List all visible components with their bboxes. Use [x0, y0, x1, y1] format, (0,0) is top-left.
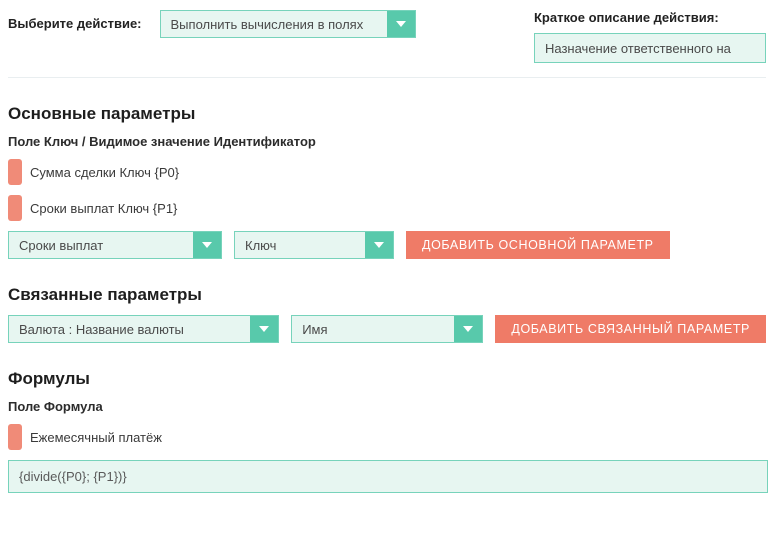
chevron-down-icon: [387, 11, 415, 37]
chevron-down-icon: [454, 316, 482, 342]
description-block: Краткое описание действия: Назначение от…: [534, 10, 766, 63]
linked-name-select-value: Имя: [302, 322, 327, 337]
main-params-controls: Сроки выплат Ключ ДОБАВИТЬ ОСНОВНОЙ ПАРА…: [8, 231, 766, 259]
main-params-heading: Основные параметры: [8, 104, 766, 124]
action-select[interactable]: Выполнить вычисления в полях: [160, 10, 416, 38]
linked-field-select[interactable]: Валюта : Название валюты: [8, 315, 279, 343]
action-label: Выберите действие:: [8, 10, 142, 31]
chevron-down-icon: [250, 316, 278, 342]
main-param-text: Сроки выплат Ключ {P1}: [30, 201, 177, 216]
action-select-value: Выполнить вычисления в полях: [171, 17, 364, 32]
linked-field-select-value: Валюта : Название валюты: [19, 322, 184, 337]
linked-params-controls: Валюта : Название валюты Имя ДОБАВИТЬ СВ…: [8, 315, 766, 343]
formula-row: Ежемесячный платёж: [8, 424, 766, 450]
linked-params-heading: Связанные параметры: [8, 285, 766, 305]
main-key-select-value: Ключ: [245, 238, 276, 253]
formula-name: Ежемесячный платёж: [30, 430, 162, 445]
add-main-param-button[interactable]: ДОБАВИТЬ ОСНОВНОЙ ПАРАМЕТР: [406, 231, 670, 259]
main-param-row: Сумма сделки Ключ {P0}: [8, 159, 766, 185]
delete-handle[interactable]: [8, 195, 22, 221]
description-input[interactable]: Назначение ответственного на: [534, 33, 766, 63]
delete-handle[interactable]: [8, 159, 22, 185]
delete-handle[interactable]: [8, 424, 22, 450]
description-value: Назначение ответственного на: [545, 41, 731, 56]
linked-name-select[interactable]: Имя: [291, 315, 483, 343]
main-param-row: Сроки выплат Ключ {P1}: [8, 195, 766, 221]
add-linked-param-button[interactable]: ДОБАВИТЬ СВЯЗАННЫЙ ПАРАМЕТР: [495, 315, 766, 343]
chevron-down-icon: [193, 232, 221, 258]
formulas-heading: Формулы: [8, 369, 766, 389]
main-param-text: Сумма сделки Ключ {P0}: [30, 165, 179, 180]
top-row: Выберите действие: Выполнить вычисления …: [8, 10, 766, 78]
description-label: Краткое описание действия:: [534, 10, 766, 25]
main-params-subhead: Поле Ключ / Видимое значение Идентификат…: [8, 134, 766, 149]
formula-expression-text: {divide({P0}; {P1})}: [19, 469, 127, 484]
formulas-subhead: Поле Формула: [8, 399, 766, 414]
main-field-select-value: Сроки выплат: [19, 238, 103, 253]
chevron-down-icon: [365, 232, 393, 258]
main-field-select[interactable]: Сроки выплат: [8, 231, 222, 259]
formula-expression-input[interactable]: {divide({P0}; {P1})}: [8, 460, 768, 493]
main-key-select[interactable]: Ключ: [234, 231, 394, 259]
